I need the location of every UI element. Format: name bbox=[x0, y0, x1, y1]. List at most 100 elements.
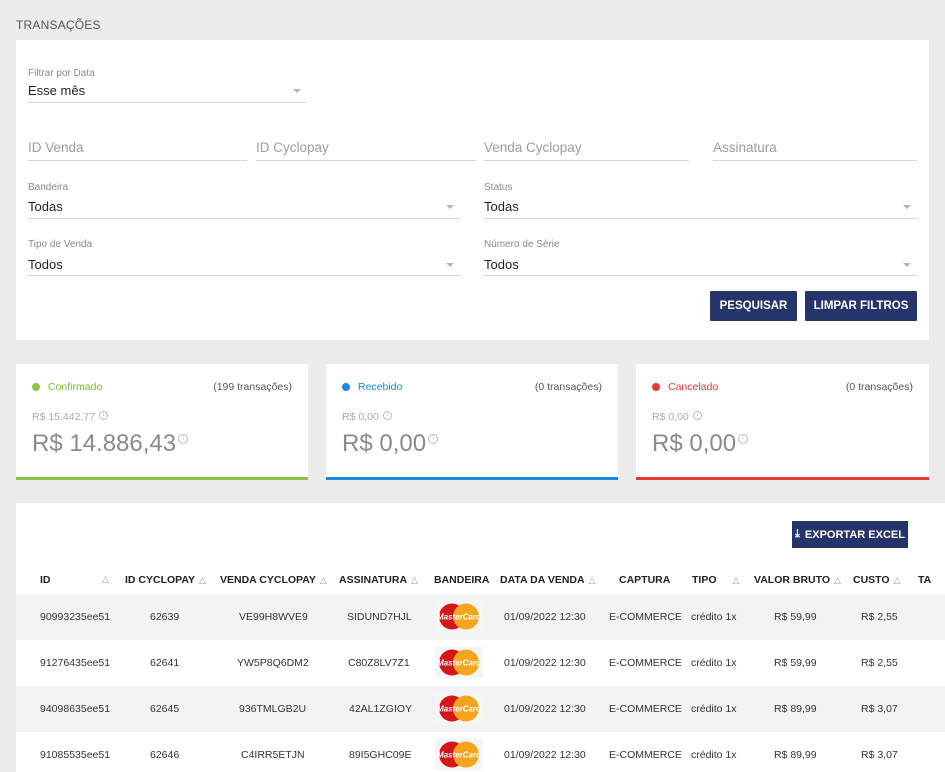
cell-id-cyclopay: 62641 bbox=[150, 657, 180, 669]
cell-tipo: crédito 1x bbox=[691, 611, 737, 623]
info-icon[interactable]: i bbox=[428, 434, 439, 444]
info-icon[interactable]: i bbox=[99, 411, 109, 420]
sort-icon: △ bbox=[411, 575, 418, 585]
sort-icon[interactable]: △ bbox=[102, 574, 109, 585]
cell-venda-cyclopay: VE99H8WVE9 bbox=[239, 611, 308, 623]
search-button[interactable]: PESQUISAR bbox=[710, 291, 797, 321]
cell-data-venda: 01/09/2022 12:30 bbox=[504, 703, 586, 715]
status-bar bbox=[16, 477, 308, 480]
venda-cyclopay-placeholder: Venda Cyclopay bbox=[484, 140, 582, 155]
venda-cyclopay-input[interactable]: Venda Cyclopay bbox=[484, 138, 689, 161]
info-icon[interactable]: i bbox=[692, 411, 702, 420]
chevron-down-icon bbox=[446, 263, 454, 267]
summary-net: R$ 0,00 i bbox=[652, 430, 749, 458]
cell-data-venda: 01/09/2022 12:30 bbox=[504, 749, 586, 761]
clear-filters-button[interactable]: LIMPAR FILTROS bbox=[805, 291, 917, 321]
summary-gross: R$ 0,00 i bbox=[652, 411, 702, 423]
table-row[interactable]: 90993235ee51 62639 VE99H8WVE9 SIDUND7HJL… bbox=[16, 594, 945, 640]
export-excel-button[interactable]: ⤓ EXPORTAR EXCEL bbox=[792, 521, 908, 548]
table-row[interactable]: 91276435ee51 62641 YW5P8Q6DM2 C80Z8LV7Z1… bbox=[16, 640, 945, 686]
col-header-id[interactable]: ID bbox=[40, 574, 51, 586]
cell-assinatura: C80Z8LV7Z1 bbox=[348, 657, 410, 669]
cell-valor-bruto: R$ 89,99 bbox=[774, 703, 817, 715]
cell-id: 94098635ee51 bbox=[40, 703, 111, 715]
sort-icon: △ bbox=[319, 575, 327, 585]
summary-card-recebido: Recebido (0 transações) R$ 0,00 i R$ 0,00… bbox=[326, 364, 618, 480]
cell-tipo: crédito 1x bbox=[691, 703, 737, 715]
col-header-bandeira[interactable]: BANDEIRA bbox=[434, 574, 489, 586]
assinatura-input[interactable]: Assinatura bbox=[713, 138, 917, 161]
cell-custo: R$ 2,55 bbox=[861, 657, 898, 669]
status-select[interactable]: Status Todas bbox=[484, 182, 917, 219]
cell-tipo: crédito 1x bbox=[691, 657, 737, 669]
col-header-ta[interactable]: TA bbox=[918, 574, 931, 586]
summary-count: (0 transações) bbox=[534, 381, 602, 393]
info-icon[interactable]: i bbox=[382, 411, 392, 420]
filter-panel: Filtrar por Data Esse mês ID Venda ID Cy… bbox=[16, 40, 929, 340]
cell-id-cyclopay: 62645 bbox=[150, 703, 180, 715]
id-cyclopay-input[interactable]: ID Cyclopay bbox=[256, 138, 476, 161]
mastercard-icon: MasterCard bbox=[435, 693, 483, 724]
mastercard-icon: MasterCard bbox=[435, 739, 483, 770]
summary-status: Recebido bbox=[358, 381, 403, 393]
col-header-id-cyclopay[interactable]: ID CYCLOPAY △ bbox=[125, 574, 206, 586]
info-icon[interactable]: i bbox=[178, 434, 189, 444]
col-header-assinatura[interactable]: ASSINATURA △ bbox=[339, 574, 418, 586]
transactions-table-card: ⤓ EXPORTAR EXCEL ID △ ID CYCLOPAY △ VENDA… bbox=[16, 503, 945, 772]
cell-id-cyclopay: 62639 bbox=[150, 611, 180, 623]
sort-icon: △ bbox=[834, 575, 841, 585]
page-title: TRANSAÇÕES bbox=[16, 18, 101, 32]
cell-assinatura: SIDUND7HJL bbox=[347, 611, 412, 623]
id-venda-placeholder: ID Venda bbox=[28, 140, 84, 155]
chevron-down-icon bbox=[903, 263, 911, 267]
assinatura-placeholder: Assinatura bbox=[713, 140, 777, 155]
chevron-down-icon bbox=[293, 89, 301, 93]
cell-venda-cyclopay: C4IRR5ETJN bbox=[241, 749, 305, 761]
cell-custo: R$ 2,55 bbox=[861, 611, 898, 623]
bandeira-select[interactable]: Bandeira Todas bbox=[28, 182, 460, 219]
cell-data-venda: 01/09/2022 12:30 bbox=[504, 657, 586, 669]
col-header-data-venda[interactable]: DATA DA VENDA △ bbox=[500, 574, 596, 586]
status-value: Todas bbox=[484, 199, 519, 214]
cell-id: 91085535ee51 bbox=[40, 749, 111, 761]
sort-icon: △ bbox=[893, 575, 901, 585]
cell-captura: E-COMMERCE bbox=[609, 611, 682, 623]
status-bar bbox=[636, 477, 929, 480]
status-label: Status bbox=[484, 182, 513, 193]
chevron-down-icon bbox=[903, 205, 911, 209]
status-dot bbox=[32, 383, 40, 391]
bandeira-label: Bandeira bbox=[28, 182, 69, 193]
tipo-venda-select[interactable]: Tipo de Venda Todos bbox=[28, 239, 460, 276]
cell-tipo: crédito 1x bbox=[691, 749, 737, 761]
col-header-venda-cyclopay[interactable]: VENDA CYCLOPAY △ bbox=[220, 574, 327, 586]
id-venda-input[interactable]: ID Venda bbox=[28, 138, 247, 161]
bandeira-value: Todas bbox=[28, 199, 63, 214]
cell-valor-bruto: R$ 89,99 bbox=[774, 749, 817, 761]
col-header-valor-bruto[interactable]: VALOR BRUTO △ bbox=[754, 574, 841, 586]
date-filter-select[interactable]: Filtrar por Data Esse mês bbox=[28, 68, 307, 103]
date-filter-value: Esse mês bbox=[28, 83, 86, 98]
summary-gross: R$ 0,00 i bbox=[342, 411, 392, 423]
numero-serie-select[interactable]: Número de Série Todos bbox=[484, 239, 917, 276]
cell-captura: E-COMMERCE bbox=[609, 749, 682, 761]
svg-text:MasterCard: MasterCard bbox=[437, 751, 482, 760]
table-row[interactable]: 94098635ee51 62645 936TMLGB2U 42AL1ZGIOY… bbox=[16, 686, 945, 732]
col-header-custo[interactable]: CUSTO △ bbox=[853, 574, 900, 586]
col-header-captura[interactable]: CAPTURA bbox=[619, 574, 670, 586]
summary-card-confirmado: Confirmado (199 transações) R$ 15.442,77… bbox=[16, 364, 308, 480]
col-header-tipo[interactable]: TIPO △ bbox=[692, 574, 739, 586]
download-icon: ⤓ bbox=[795, 528, 800, 540]
summary-card-cancelado: Cancelado (0 transações) R$ 0,00 i R$ 0,0… bbox=[636, 364, 929, 480]
svg-text:MasterCard: MasterCard bbox=[437, 613, 482, 622]
table-row[interactable]: 91085535ee51 62646 C4IRR5ETJN 89I5GHC09E… bbox=[16, 732, 945, 772]
cell-id: 90993235ee51 bbox=[40, 611, 111, 623]
cell-captura: E-COMMERCE bbox=[609, 703, 682, 715]
tipo-venda-value: Todos bbox=[28, 257, 63, 272]
summary-gross: R$ 15.442,77 i bbox=[32, 411, 109, 423]
numero-serie-label: Número de Série bbox=[484, 239, 560, 250]
mastercard-icon: MasterCard bbox=[435, 601, 483, 632]
status-bar bbox=[326, 477, 618, 480]
tipo-venda-label: Tipo de Venda bbox=[28, 239, 93, 250]
mastercard-icon: MasterCard bbox=[435, 647, 483, 678]
info-icon[interactable]: i bbox=[738, 434, 749, 444]
